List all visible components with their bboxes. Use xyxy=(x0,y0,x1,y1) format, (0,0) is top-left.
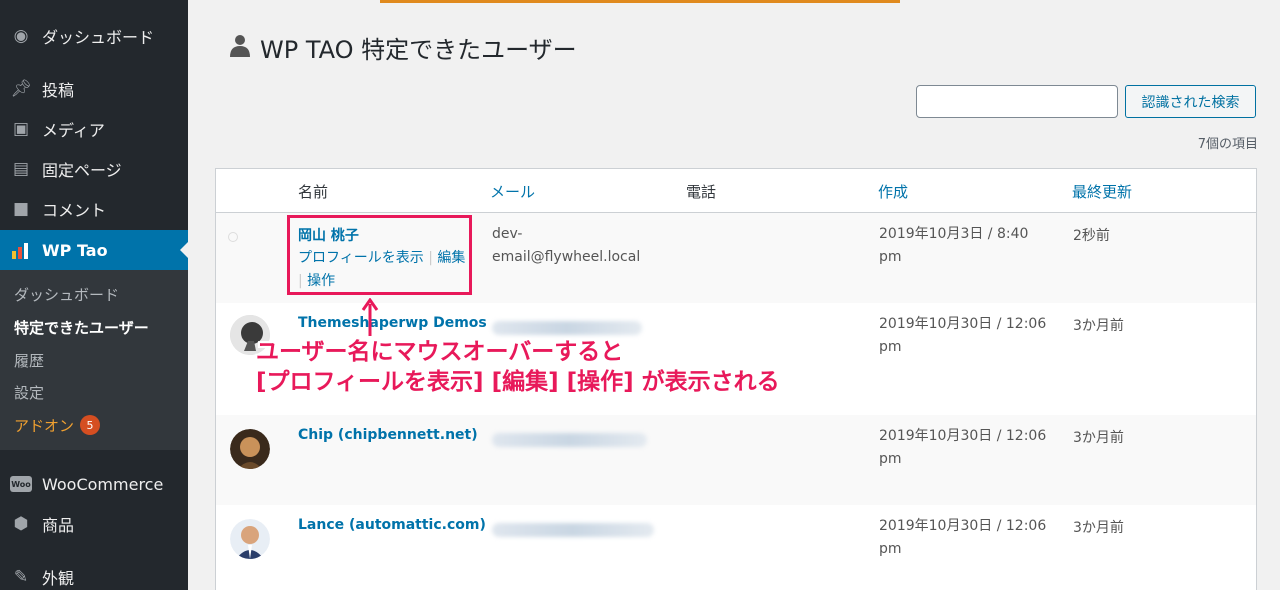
menu-appearance[interactable]: ✎ 外観 xyxy=(0,557,188,590)
submenu-history[interactable]: 履歴 xyxy=(14,348,44,372)
menu-label: ダッシュボード xyxy=(42,28,155,47)
page-title-text: WP TAO 特定できたユーザー xyxy=(260,36,577,64)
updated-cell: 3か月前 xyxy=(1073,430,1124,446)
menu-label: コメント xyxy=(42,201,107,220)
updated-cell: 3か月前 xyxy=(1073,520,1124,536)
menu-label: 投稿 xyxy=(42,81,75,100)
top-accent-bar xyxy=(380,0,900,3)
annotation-text-line2: [プロフィールを表示] [編集] [操作] が表示される xyxy=(256,369,780,395)
menu-posts[interactable]: 📌︎ 投稿 xyxy=(0,69,188,109)
admin-sidebar: ◉ ダッシュボード 📌︎ 投稿 ▣ メディア ▤ 固定ページ ■ コメント WP… xyxy=(0,0,188,590)
submenu-label: アドオン xyxy=(14,416,75,435)
user-icon xyxy=(228,33,252,63)
user-name-link[interactable]: Chip (chipbennett.net) xyxy=(298,427,478,443)
email-line: dev- xyxy=(492,226,523,242)
menu-label: 商品 xyxy=(42,516,75,535)
created-date: 2019年10月3日 / 8:40 xyxy=(879,226,1029,242)
created-date: 2019年10月30日 / 12:06 xyxy=(879,316,1047,332)
created-cell: 2019年10月30日 / 12:06 pm xyxy=(879,425,1049,471)
updated-cell: 2秒前 xyxy=(1073,228,1110,244)
email-line: email@flywheel.local xyxy=(492,249,641,265)
created-date: 2019年10月30日 / 12:06 xyxy=(879,518,1047,534)
created-ampm: pm xyxy=(879,541,902,557)
user-name-link[interactable]: Lance (automattic.com) xyxy=(298,517,486,533)
menu-products[interactable]: ⬢ 商品 xyxy=(0,504,188,544)
column-header-phone: 電話 xyxy=(686,183,717,201)
media-icon: ▣ xyxy=(12,119,30,139)
pin-icon: 📌︎ xyxy=(10,79,32,99)
menu-wp-tao[interactable]: WP Tao xyxy=(0,230,188,270)
comment-icon: ■ xyxy=(12,199,30,219)
menu-dashboard[interactable]: ◉ ダッシュボード xyxy=(0,16,188,56)
menu-label: メディア xyxy=(42,121,105,140)
created-ampm: pm xyxy=(879,249,902,265)
item-count: 7個の項目 xyxy=(1197,137,1258,152)
update-count-badge: 5 xyxy=(80,415,101,435)
menu-label: 外観 xyxy=(42,569,75,588)
menu-media[interactable]: ▣ メディア xyxy=(0,109,188,149)
created-ampm: pm xyxy=(879,339,902,355)
avatar xyxy=(230,429,270,469)
page-icon: ▤ xyxy=(12,159,30,179)
submenu-identified-users[interactable]: 特定できたユーザー xyxy=(14,315,149,339)
updated-cell: 3か月前 xyxy=(1073,318,1124,334)
wp-tao-submenu: ダッシュボード 特定できたユーザー 履歴 設定 アドオン 5 xyxy=(0,270,188,450)
menu-woocommerce[interactable]: Woo WooCommerce xyxy=(0,464,188,504)
created-cell: 2019年10月3日 / 8:40 pm xyxy=(879,223,1049,269)
table-row: Chip (chipbennett.net) 2019年10月30日 / 12:… xyxy=(216,415,1256,505)
avatar xyxy=(230,519,270,559)
blurred-email xyxy=(492,433,647,447)
menu-label: WooCommerce xyxy=(42,474,164,494)
box-icon: ⬢ xyxy=(13,514,29,534)
search-input[interactable] xyxy=(916,85,1118,118)
row-radio[interactable] xyxy=(228,232,238,242)
menu-pages[interactable]: ▤ 固定ページ xyxy=(0,149,188,189)
column-header-name: 名前 xyxy=(298,183,329,201)
email-cell: dev- email@flywheel.local xyxy=(492,223,652,269)
blurred-email xyxy=(492,523,654,537)
submenu-dashboard[interactable]: ダッシュボード xyxy=(14,282,119,306)
created-cell: 2019年10月30日 / 12:06 pm xyxy=(879,515,1049,561)
submenu-addons[interactable]: アドオン 5 xyxy=(14,413,101,437)
created-date: 2019年10月30日 / 12:06 xyxy=(879,428,1047,444)
dashboard-icon: ◉ xyxy=(13,26,29,46)
created-cell: 2019年10月30日 / 12:06 pm xyxy=(879,313,1049,359)
brush-icon: ✎ xyxy=(13,567,29,587)
table-row: Lance (automattic.com) 2019年10月30日 / 12:… xyxy=(216,505,1256,590)
submenu-settings[interactable]: 設定 xyxy=(14,380,44,404)
annotation-highlight-box xyxy=(287,215,472,295)
search-button[interactable]: 認識された検索 xyxy=(1125,85,1256,118)
column-header-created[interactable]: 作成 xyxy=(878,181,908,202)
menu-comments[interactable]: ■ コメント xyxy=(0,189,188,229)
created-ampm: pm xyxy=(879,451,902,467)
menu-label: WP Tao xyxy=(42,240,108,260)
woo-badge: Woo xyxy=(10,476,32,492)
column-header-updated[interactable]: 最終更新 xyxy=(1072,181,1132,202)
menu-label: 固定ページ xyxy=(42,161,122,180)
chart-icon xyxy=(10,239,32,261)
woo-icon: Woo xyxy=(10,473,32,495)
page-title: WP TAO 特定できたユーザー xyxy=(228,30,577,65)
column-header-email[interactable]: メール xyxy=(490,181,535,202)
user-name-link[interactable]: Themeshaperwp Demos xyxy=(298,315,487,331)
annotation-text-line1: ユーザー名にマウスオーバーすると xyxy=(256,339,624,365)
